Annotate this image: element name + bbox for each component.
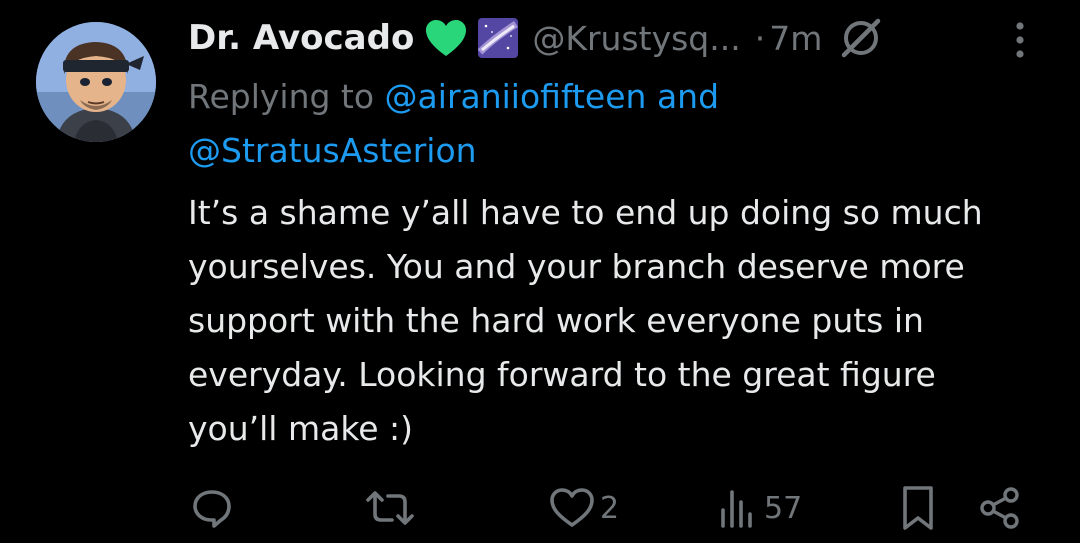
milky-way-icon (478, 18, 519, 58)
reply-button[interactable] (190, 480, 238, 536)
mention-link[interactable]: @airaniiofifteen (385, 77, 647, 116)
green-heart-icon (424, 18, 468, 58)
tweet-text: It’s a shame y’all have to end up doing … (188, 186, 1058, 456)
bookmark-button[interactable] (898, 480, 938, 536)
tweet-text-line: yourselves. You and your branch deserve … (188, 247, 965, 286)
tweet-text-line: everyday. Looking forward to the great f… (188, 355, 936, 394)
tweet-text-line: It’s a shame y’all have to end up doing … (188, 193, 983, 232)
retweet-icon (366, 491, 414, 525)
views-button[interactable]: 57 (716, 480, 802, 536)
grok-icon[interactable] (838, 15, 884, 61)
like-button[interactable]: 2 (548, 480, 619, 536)
retweet-button[interactable] (362, 480, 422, 536)
mention-link[interactable]: @StratusAsterion (188, 131, 477, 170)
avatar-image (36, 22, 156, 142)
share-icon (980, 487, 1019, 529)
mention-joiner: and (646, 77, 720, 116)
display-name[interactable]: Dr. Avocado (188, 18, 414, 58)
bookmark-icon (903, 486, 933, 530)
separator-dot: · (754, 18, 766, 58)
like-count: 2 (600, 490, 620, 526)
action-bar: 2 57 (0, 480, 1080, 536)
views-count: 57 (764, 490, 803, 526)
tweet-text-line: you’ll make :) (188, 409, 414, 448)
timestamp[interactable]: 7m (769, 19, 822, 58)
user-handle[interactable]: @Krustysq... (532, 19, 740, 58)
avatar[interactable] (36, 22, 156, 142)
tweet-text-line: support with the hard work everyone puts… (188, 301, 924, 340)
replying-prefix: Replying to (188, 77, 385, 116)
tweet[interactable]: Dr. Avocado @Krustysq... · 7m Replying t… (0, 0, 1080, 543)
share-button[interactable] (978, 480, 1022, 536)
more-options-icon[interactable] (1005, 18, 1035, 62)
reply-icon (193, 490, 231, 528)
views-icon (721, 490, 752, 528)
replying-to: Replying to @airaniiofifteen and @Stratu… (188, 70, 1048, 178)
tweet-header: Dr. Avocado @Krustysq... · 7m (188, 14, 1048, 62)
heart-icon (550, 488, 594, 527)
